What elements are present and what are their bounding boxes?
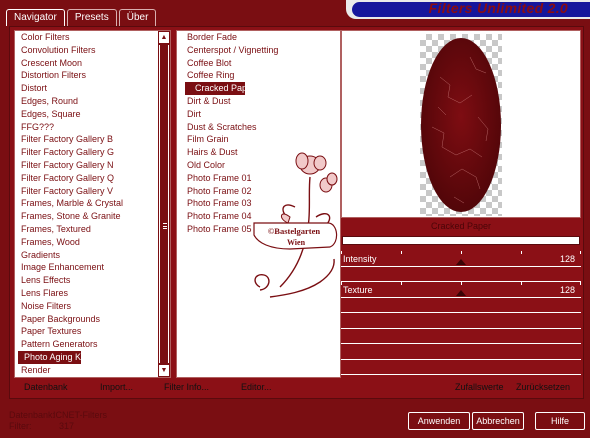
category-list-item[interactable]: Gradients: [15, 249, 170, 262]
category-list-item[interactable]: Filter Factory Gallery N: [15, 159, 170, 172]
category-list-item[interactable]: Pattern Generators: [15, 338, 170, 351]
scroll-up-arrow-icon[interactable]: ▲: [159, 32, 169, 43]
category-list-item[interactable]: Filter Factory Gallery V: [15, 185, 170, 198]
category-list-item[interactable]: Paper Textures: [15, 325, 170, 338]
category-list-item[interactable]: Edges, Square: [15, 108, 170, 121]
category-list-item[interactable]: Frames, Marble & Crystal: [15, 197, 170, 210]
title-banner: Filters Unlimited 2.0: [346, 0, 590, 19]
filter-list-item[interactable]: Coffee Blot: [177, 57, 340, 70]
filter-list-item[interactable]: Dirt: [177, 108, 340, 121]
database-button[interactable]: Datenbank: [24, 382, 68, 392]
help-button[interactable]: Hilfe: [535, 412, 585, 430]
category-list-item[interactable]: Frames, Textured: [15, 223, 170, 236]
filter-list-item[interactable]: Centerspot / Vignetting: [177, 44, 340, 57]
preview-image: [421, 38, 501, 212]
slider-texture[interactable]: Texture 128: [341, 282, 581, 298]
preview-filter-name: Cracked Paper: [430, 221, 492, 231]
category-list-item[interactable]: Convolution Filters: [15, 44, 170, 57]
apply-button[interactable]: Anwenden: [408, 412, 470, 430]
category-list[interactable]: Color Filters Convolution Filters Crescent…: [14, 30, 171, 378]
category-list-item[interactable]: Image Enhancement: [15, 261, 170, 274]
filter-list-item[interactable]: Film Grain: [177, 133, 340, 146]
slider-row: [341, 313, 581, 329]
slider-row: [341, 329, 581, 344]
filter-info-button[interactable]: Filter Info...: [164, 382, 209, 392]
slider-label: Texture: [343, 285, 373, 295]
category-list-item[interactable]: Render: [15, 364, 170, 377]
slider-label: Intensity: [343, 254, 377, 264]
filter-list-item[interactable]: Dirt & Dust: [177, 95, 340, 108]
watermark-line1: ©Bastelgarten: [268, 226, 320, 236]
slider-thumb-icon[interactable]: [456, 259, 466, 265]
random-values-button[interactable]: Zufallswerte: [455, 382, 504, 392]
category-list-item[interactable]: Filter Factory Gallery Q: [15, 172, 170, 185]
watermark-line2: Wien: [287, 238, 306, 247]
category-list-item[interactable]: Distortion Filters: [15, 69, 170, 82]
slider-value: 128: [559, 254, 575, 264]
filter-list-item[interactable]: Cracked Paper: [185, 82, 255, 95]
main-panel: Color Filters Convolution Filters Crescent…: [9, 26, 584, 399]
category-list-item[interactable]: Lens Flares: [15, 287, 170, 300]
filter-toolbar: Datenbank Import... Filter Info... Edito…: [14, 379, 581, 397]
editor-button[interactable]: Editor...: [241, 382, 272, 392]
category-list-item[interactable]: Crescent Moon: [15, 57, 170, 70]
category-list-item[interactable]: Frames, Wood: [15, 236, 170, 249]
slider-row: [341, 298, 581, 313]
slider-row: [341, 344, 581, 360]
category-list-item[interactable]: Distort: [15, 82, 170, 95]
slider-row: [341, 267, 581, 282]
status-area: Datenbank:ICNET-Filters Filter: 317: [9, 410, 107, 432]
cancel-button[interactable]: Abbrechen: [472, 412, 524, 430]
progress-bar: [342, 236, 580, 245]
filters-count-label: Filter:: [9, 421, 32, 431]
category-list-item[interactable]: Lens Effects: [15, 274, 170, 287]
database-label: Datenbank:: [9, 410, 56, 420]
app-title: Filters Unlimited 2.0: [428, 0, 568, 16]
tab-navigator[interactable]: Navigator: [6, 9, 65, 26]
database-value: ICNET-Filters: [53, 410, 107, 420]
slider-thumb-icon[interactable]: [456, 290, 466, 296]
category-list-item[interactable]: Filter Factory Gallery B: [15, 133, 170, 146]
category-list-item[interactable]: Noise Filters: [15, 300, 170, 313]
parameter-sliders: Intensity 128 Texture 128: [341, 251, 581, 381]
category-list-item[interactable]: Paper Backgrounds: [15, 313, 170, 326]
tab-presets[interactable]: Presets: [66, 9, 117, 26]
category-list-item[interactable]: Edges, Round: [15, 95, 170, 108]
slider-value: 128: [559, 285, 575, 295]
filter-list-item[interactable]: Coffee Ring: [177, 69, 340, 82]
scroll-down-arrow-icon[interactable]: ▼: [159, 365, 169, 376]
import-button[interactable]: Import...: [100, 382, 133, 392]
reset-button[interactable]: Zurücksetzen: [516, 382, 570, 392]
scroll-thumb[interactable]: [159, 45, 169, 363]
slider-intensity[interactable]: Intensity 128: [341, 251, 581, 267]
category-list-item[interactable]: Color Filters: [15, 31, 170, 44]
filter-list-item[interactable]: Dust & Scratches: [177, 121, 340, 134]
preview-pane[interactable]: [341, 30, 581, 218]
category-list-item[interactable]: Photo Aging Kit: [18, 350, 86, 364]
tab-bar: Navigator Presets Über: [6, 9, 158, 26]
grip-icon: [163, 223, 167, 229]
transparency-checkerboard: [420, 34, 502, 216]
category-list-item[interactable]: Filter Factory Gallery G: [15, 146, 170, 159]
slider-row: [341, 360, 581, 375]
category-scrollbar[interactable]: ▲ ▼: [158, 31, 170, 377]
filter-list-item[interactable]: Border Fade: [177, 31, 340, 44]
category-items: Color Filters Convolution Filters Crescent…: [15, 31, 170, 377]
category-list-item[interactable]: FFG???: [15, 121, 170, 134]
filters-count-value: 317: [59, 421, 75, 431]
category-list-item[interactable]: Frames, Stone & Granite: [15, 210, 170, 223]
tab-about[interactable]: Über: [118, 9, 157, 26]
bastelgarten-watermark: ©Bastelgarten Wien: [253, 152, 338, 298]
